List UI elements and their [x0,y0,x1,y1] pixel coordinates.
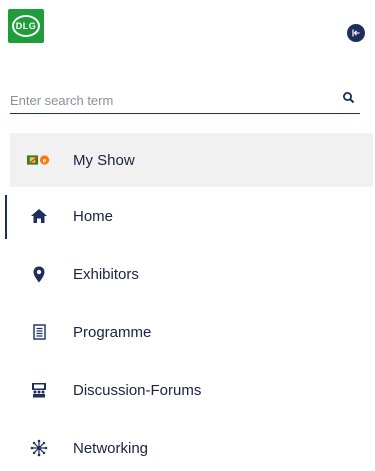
menu-item-exhibitors[interactable]: Exhibitors [0,245,375,303]
forum-stage-icon [27,380,51,400]
dlg-logo[interactable]: DLG [8,9,44,43]
menu-item-my-show[interactable]: e My Show [10,133,373,187]
menu-label-my-show: My Show [73,151,135,169]
menu-item-programme[interactable]: Programme [0,303,375,361]
logo-text: DLG [15,21,37,31]
menu-item-networking[interactable]: Networking [0,419,375,471]
map-pin-icon [27,264,51,284]
search-input[interactable] [10,90,330,110]
sidebar-panel: DLG e My Show [0,0,375,471]
collapse-left-icon [352,29,360,37]
menu-label-home: Home [73,207,114,225]
home-icon [27,206,51,226]
menu-item-discussion-forums[interactable]: Discussion-Forums [0,361,375,419]
search-bar [10,86,360,114]
menu-label-discussion-forums: Discussion-Forums [73,381,202,399]
menu-label-networking: Networking [73,439,149,457]
menu-label-programme: Programme [73,323,152,341]
search-icon[interactable] [342,91,356,105]
document-list-icon [27,322,51,342]
network-icon [27,438,51,458]
logo-ring: DLG [12,15,40,37]
menu-label-exhibitors: Exhibitors [73,265,139,283]
menu-item-home[interactable]: Home [0,187,375,245]
svg-text:e: e [43,157,47,164]
main-menu: e My Show Home Exhibitors Programme Disc… [0,133,375,471]
myshow-logo-icon: e [27,150,51,170]
collapse-sidebar-button[interactable] [347,24,365,42]
